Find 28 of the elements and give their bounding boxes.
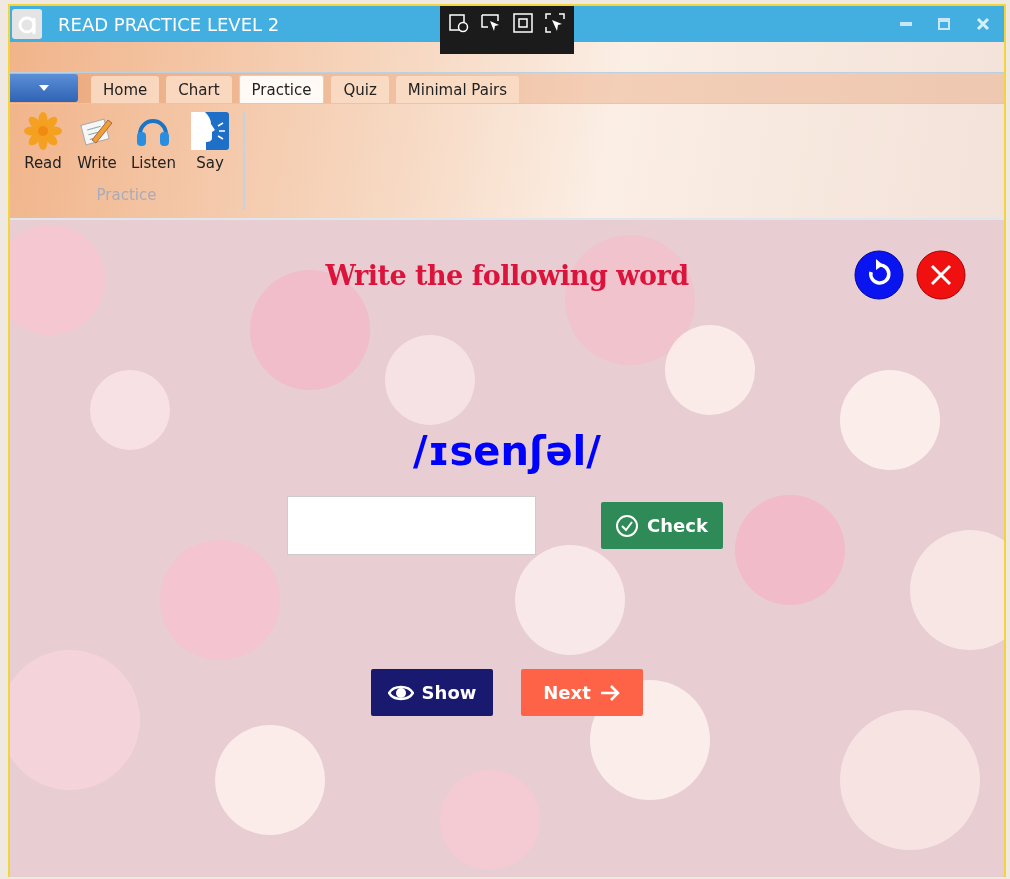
eye-icon [387, 683, 414, 702]
show-button[interactable]: Show [371, 669, 493, 716]
caret-icon [39, 85, 49, 91]
ribbon-tab[interactable]: Practice [238, 75, 325, 103]
close-icon[interactable] [916, 250, 966, 300]
region-cursor-icon[interactable] [544, 12, 566, 34]
app-logo-icon [12, 9, 42, 39]
target-icon[interactable] [448, 12, 470, 34]
exercise-heading: Write the following word [325, 259, 689, 291]
flower-icon [24, 112, 62, 150]
check-button[interactable]: Check [600, 502, 723, 549]
phonetic-word: /ɪsenʃəl/ [413, 428, 601, 474]
ribbon-button[interactable]: Write [74, 112, 120, 172]
arrow-right-icon [598, 683, 621, 702]
ribbon-button[interactable]: Read [20, 112, 66, 172]
ribbon-button[interactable]: Listen [128, 112, 179, 172]
ribbon-button[interactable]: Say [186, 112, 233, 172]
answer-field[interactable] [286, 496, 536, 555]
square-icon[interactable] [512, 12, 534, 34]
refresh-icon[interactable] [854, 250, 904, 300]
ribbon-tab[interactable]: Minimal Pairs [395, 76, 520, 103]
check-circle-icon [615, 513, 640, 538]
ribbon-tab[interactable]: Home [91, 76, 160, 103]
ribbon-tab[interactable]: Chart [166, 76, 232, 103]
window-title: READ PRACTICE LEVEL 2 [58, 13, 280, 35]
ribbon-tab[interactable]: Quiz [331, 76, 389, 103]
group-label: Practice [96, 186, 157, 204]
speaking-head-icon [190, 112, 229, 150]
